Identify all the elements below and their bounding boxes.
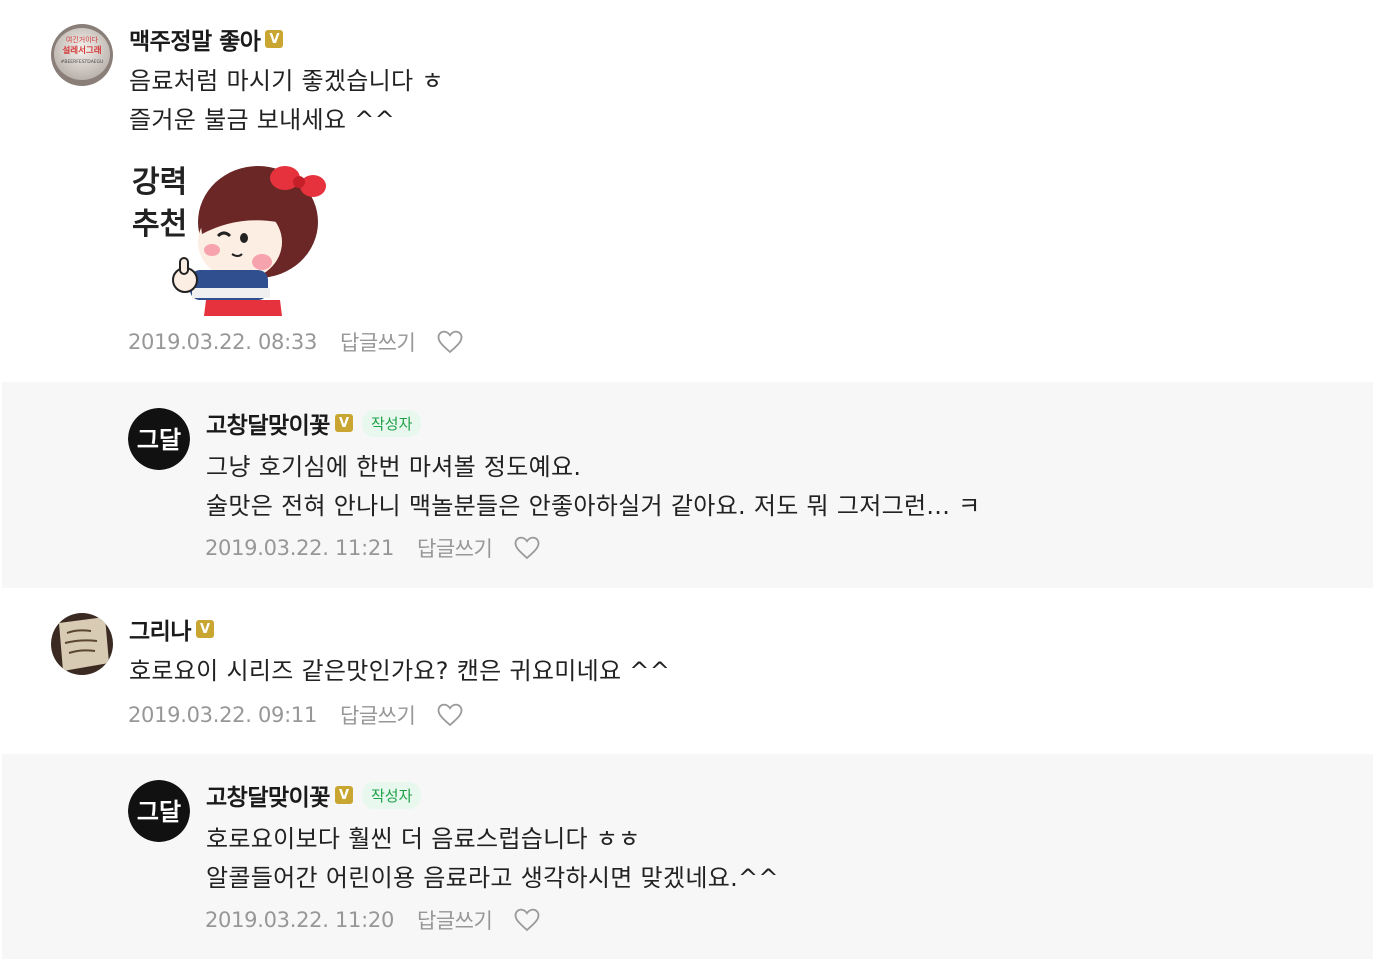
verified-badge-icon: V (195, 620, 214, 638)
heart-icon[interactable] (514, 908, 540, 932)
avatar-text: 여긴거이다 (66, 35, 99, 44)
author-name[interactable]: 고창달맞이꽃 (206, 406, 330, 440)
avatar[interactable]: 그달 (128, 408, 190, 470)
author-row: 맥주정말 좋아 V (129, 22, 284, 56)
comment-date: 2019.03.22. 09:11 (128, 703, 318, 727)
comment-item: 그리나 V 호로요이 시리즈 같은맛인가요? 캔은 귀요미네요 ^^ 2019.… (0, 588, 1373, 754)
comment-meta: 2019.03.22. 11:20 답글쓰기 (205, 906, 540, 934)
comment-meta: 2019.03.22. 08:33 답글쓰기 (128, 328, 463, 356)
comment-line: 그냥 호기심에 한번 마셔볼 정도예요. (206, 453, 582, 481)
comment-text: 호로요이 시리즈 같은맛인가요? 캔은 귀요미네요 ^^ (129, 652, 670, 691)
reply-item: 그달 고창달맞이꽃 V 작성자 그냥 호기심에 한번 마셔볼 정도예요. 술맛은… (2, 382, 1373, 588)
comment-line: 호로요이 시리즈 같은맛인가요? 캔은 귀요미네요 ^^ (129, 657, 671, 685)
avatar-text: 그달 (137, 798, 181, 826)
comment-list: 여긴거이다 설레서그래 #BEERFESTDAEGU 맥주정말 좋아 V 음료처… (0, 0, 1373, 959)
avatar-text: 설레서그래 (62, 45, 101, 56)
comment-text: 음료처럼 마시기 좋겠습니다 ㅎ 즐거운 불금 보내세요 ^^ (129, 62, 444, 140)
sticker-text: 추천 (132, 207, 187, 242)
comment-line: 즐거운 불금 보내세요 ^^ (129, 106, 396, 134)
author-name[interactable]: 맥주정말 좋아 (129, 22, 261, 56)
reply-item: 그달 고창달맞이꽃 V 작성자 호로요이보다 훨씬 더 음료스럽습니다 ㅎㅎ 알… (2, 754, 1373, 959)
verified-badge-icon: V (334, 786, 353, 804)
reply-button[interactable]: 답글쓰기 (417, 905, 493, 935)
comment-line: 음료처럼 마시기 좋겠습니다 ㅎ (129, 67, 444, 95)
comment-item: 여긴거이다 설레서그래 #BEERFESTDAEGU 맥주정말 좋아 V 음료처… (0, 0, 1373, 382)
heart-icon[interactable] (437, 330, 463, 354)
comment-text: 그냥 호기심에 한번 마셔볼 정도예요. 술맛은 전혀 안나니 맥놀분들은 안좋… (206, 448, 980, 526)
author-tag: 작성자 (361, 781, 422, 809)
comment-date: 2019.03.22. 11:21 (205, 536, 395, 560)
comment-line: 호로요이보다 훨씬 더 음료스럽습니다 ㅎㅎ (206, 825, 641, 853)
comment-date: 2019.03.22. 11:20 (205, 908, 395, 932)
comment-line: 술맛은 전혀 안나니 맥놀분들은 안좋아하실거 같아요. 저도 뭐 그저그런..… (206, 492, 981, 520)
verified-badge-icon: V (265, 30, 284, 48)
author-row: 고창달맞이꽃 V 작성자 (206, 778, 422, 812)
author-name[interactable]: 그리나 (129, 612, 191, 646)
reply-button[interactable]: 답글쓰기 (340, 327, 416, 357)
comment-text: 호로요이보다 훨씬 더 음료스럽습니다 ㅎㅎ 알콜들어간 어린이용 음료라고 생… (206, 820, 779, 898)
verified-badge-icon: V (334, 414, 353, 432)
reply-button[interactable]: 답글쓰기 (417, 533, 493, 563)
heart-icon[interactable] (514, 536, 540, 560)
heart-icon[interactable] (437, 703, 463, 727)
comment-meta: 2019.03.22. 09:11 답글쓰기 (128, 701, 463, 729)
sticker-image: 강력 추천 (130, 150, 326, 316)
avatar[interactable]: 여긴거이다 설레서그래 #BEERFESTDAEGU (51, 24, 113, 86)
author-tag: 작성자 (361, 409, 422, 437)
reply-button[interactable]: 답글쓰기 (340, 700, 416, 730)
comment-meta: 2019.03.22. 11:21 답글쓰기 (205, 534, 540, 562)
author-row: 그리나 V (129, 612, 214, 646)
sticker-text: 강력 (132, 165, 187, 200)
comment-date: 2019.03.22. 08:33 (128, 330, 318, 354)
avatar[interactable] (51, 613, 113, 675)
author-row: 고창달맞이꽃 V 작성자 (206, 406, 422, 440)
avatar-text: #BEERFESTDAEGU (61, 59, 104, 65)
avatar-text: 그달 (137, 426, 181, 454)
author-name[interactable]: 고창달맞이꽃 (206, 778, 330, 812)
avatar[interactable]: 그달 (128, 780, 190, 842)
comment-line: 알콜들어간 어린이용 음료라고 생각하시면 맞겠네요.^^ (206, 864, 779, 892)
